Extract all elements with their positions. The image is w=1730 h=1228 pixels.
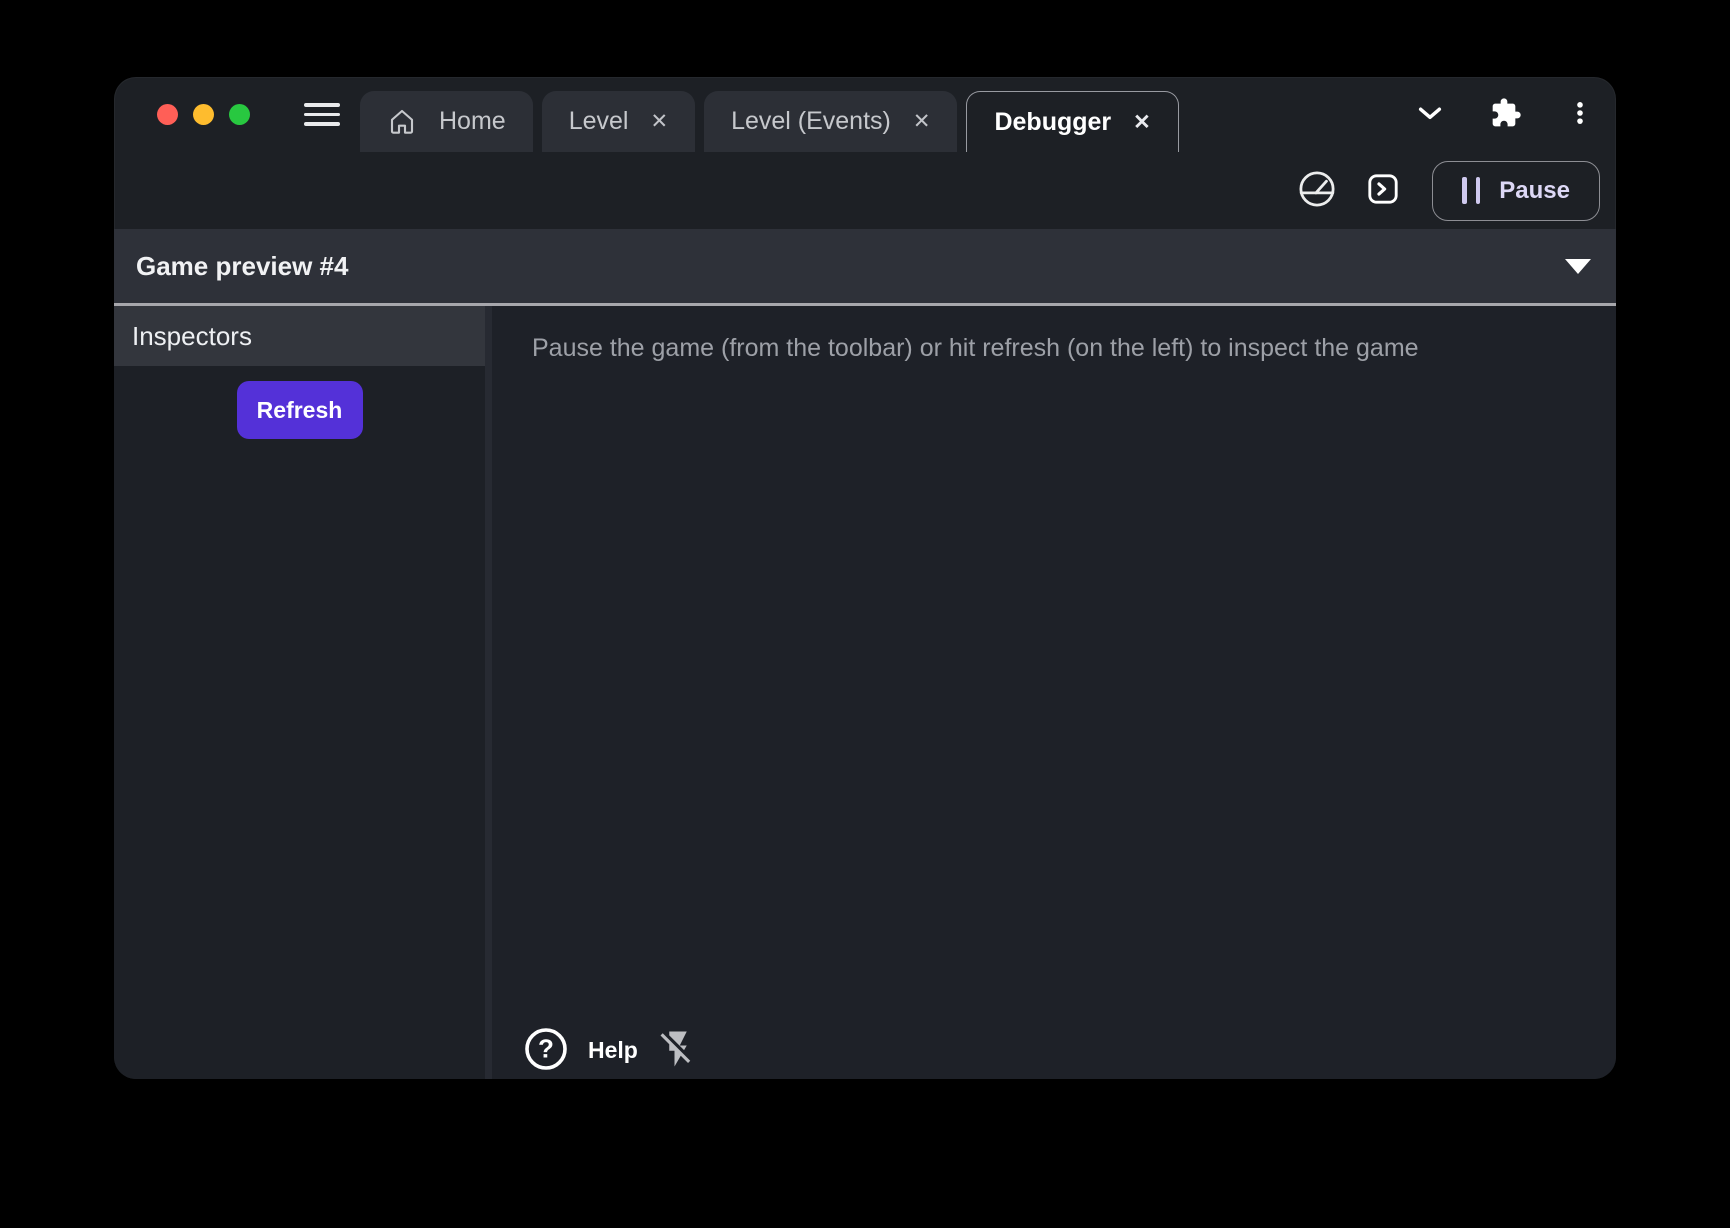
close-tab-icon[interactable]: ✕: [650, 111, 668, 132]
extensions-button[interactable]: [1490, 97, 1522, 132]
tab-home[interactable]: Home: [360, 91, 533, 152]
flash-off-button[interactable]: [657, 1028, 699, 1073]
tab-level-events[interactable]: Level (Events) ✕: [704, 91, 957, 152]
sidebar-resize-handle[interactable]: [485, 306, 492, 1079]
inspectors-title: Inspectors: [132, 321, 252, 352]
profiler-button[interactable]: [1294, 168, 1340, 214]
close-tab-icon[interactable]: ✕: [913, 111, 931, 132]
home-icon: [387, 107, 417, 137]
pause-hint-text: Pause the game (from the toolbar) or hit…: [532, 334, 1586, 363]
close-window-button[interactable]: [157, 104, 178, 125]
close-tab-icon[interactable]: ✕: [1133, 112, 1151, 133]
dropdown-caret-icon[interactable]: [1565, 259, 1591, 274]
tab-label: Level: [569, 107, 629, 136]
svg-text:?: ?: [538, 1034, 554, 1064]
more-options-button[interactable]: [1566, 99, 1594, 130]
help-button[interactable]: ? Help: [523, 1026, 638, 1075]
zoom-window-button[interactable]: [229, 104, 250, 125]
profiler-gauge-icon: [1297, 169, 1337, 212]
tabs-dropdown-button[interactable]: [1414, 97, 1446, 132]
tab-debugger[interactable]: Debugger ✕: [966, 91, 1178, 152]
inspector-panel: Pause the game (from the toolbar) or hit…: [492, 306, 1616, 1079]
game-preview-selector[interactable]: Game preview #4: [114, 229, 1616, 303]
bottom-actions: ? Help: [523, 1026, 699, 1075]
flash-off-icon: [657, 1028, 699, 1073]
pause-button-label: Pause: [1499, 177, 1570, 205]
game-preview-title: Game preview #4: [136, 251, 348, 282]
title-bar: Home Level ✕ Level (Events) ✕ Debugger ✕: [114, 77, 1616, 152]
inspectors-sidebar: Inspectors Refresh: [114, 306, 485, 1079]
debugger-toolbar: Pause: [114, 152, 1616, 229]
inspectors-header: Inspectors: [114, 306, 485, 366]
pause-button[interactable]: Pause: [1432, 161, 1600, 221]
minimize-window-button[interactable]: [193, 104, 214, 125]
tab-label: Home: [439, 107, 506, 136]
pause-icon: [1462, 177, 1480, 204]
chevron-down-icon: [1414, 97, 1446, 132]
refresh-button[interactable]: Refresh: [237, 381, 363, 439]
help-icon: ?: [523, 1026, 569, 1075]
kebab-menu-icon: [1566, 99, 1594, 130]
console-button[interactable]: [1360, 168, 1406, 214]
window-controls: [157, 77, 250, 152]
tab-level[interactable]: Level ✕: [542, 91, 695, 152]
app-window: Home Level ✕ Level (Events) ✕ Debugger ✕: [114, 77, 1616, 1079]
console-icon: [1365, 171, 1401, 210]
debugger-content: Inspectors Refresh Pause the game (from …: [114, 306, 1616, 1079]
help-label: Help: [588, 1037, 638, 1064]
main-menu-button[interactable]: [304, 77, 340, 152]
tab-bar: Home Level ✕ Level (Events) ✕ Debugger ✕: [360, 91, 1179, 152]
title-bar-actions: [1414, 77, 1594, 152]
hamburger-icon: [304, 103, 340, 107]
tab-label: Debugger: [994, 108, 1111, 137]
puzzle-icon: [1490, 97, 1522, 132]
tab-label: Level (Events): [731, 107, 891, 136]
